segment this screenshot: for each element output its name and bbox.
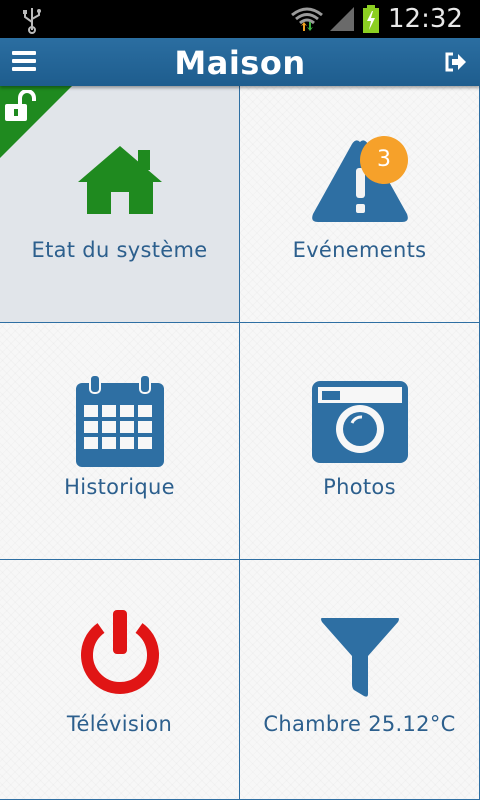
tile-television[interactable]: Télévision: [0, 560, 240, 800]
tile-system-status[interactable]: Etat du système: [0, 86, 240, 323]
home-icon: [78, 146, 162, 214]
calendar-icon: [76, 374, 164, 467]
unlocked-padlock-icon[interactable]: [3, 90, 39, 124]
tile-bedroom-temperature[interactable]: Chambre 25.12°C: [240, 560, 480, 800]
logout-icon[interactable]: [444, 51, 468, 73]
filter-icon: [321, 618, 399, 697]
battery-icon: [363, 5, 379, 33]
tile-history[interactable]: Historique: [0, 323, 240, 560]
notification-badge: 3: [360, 136, 408, 184]
tile-events[interactable]: 3 Evénements: [240, 86, 480, 323]
tile-photos[interactable]: Photos: [240, 323, 480, 560]
tile-label: Photos: [323, 475, 396, 499]
tile-label: Chambre 25.12°C: [263, 712, 456, 736]
usb-icon: [23, 8, 41, 34]
power-icon: [81, 610, 159, 694]
tile-label: Télévision: [66, 712, 173, 736]
camera-icon: [312, 381, 408, 463]
status-bar: 12:32: [0, 0, 480, 38]
tile-label: Historique: [64, 475, 175, 499]
tile-label: Etat du système: [31, 238, 208, 262]
dashboard-grid: Etat du système 3 Evénements Historique …: [0, 86, 480, 800]
tile-label: Evénements: [292, 238, 427, 262]
app-bar: Maison: [0, 38, 480, 86]
signal-icon: [330, 7, 354, 31]
clock: 12:32: [388, 4, 463, 34]
wifi-icon: [291, 7, 323, 31]
page-title: Maison: [174, 44, 306, 82]
